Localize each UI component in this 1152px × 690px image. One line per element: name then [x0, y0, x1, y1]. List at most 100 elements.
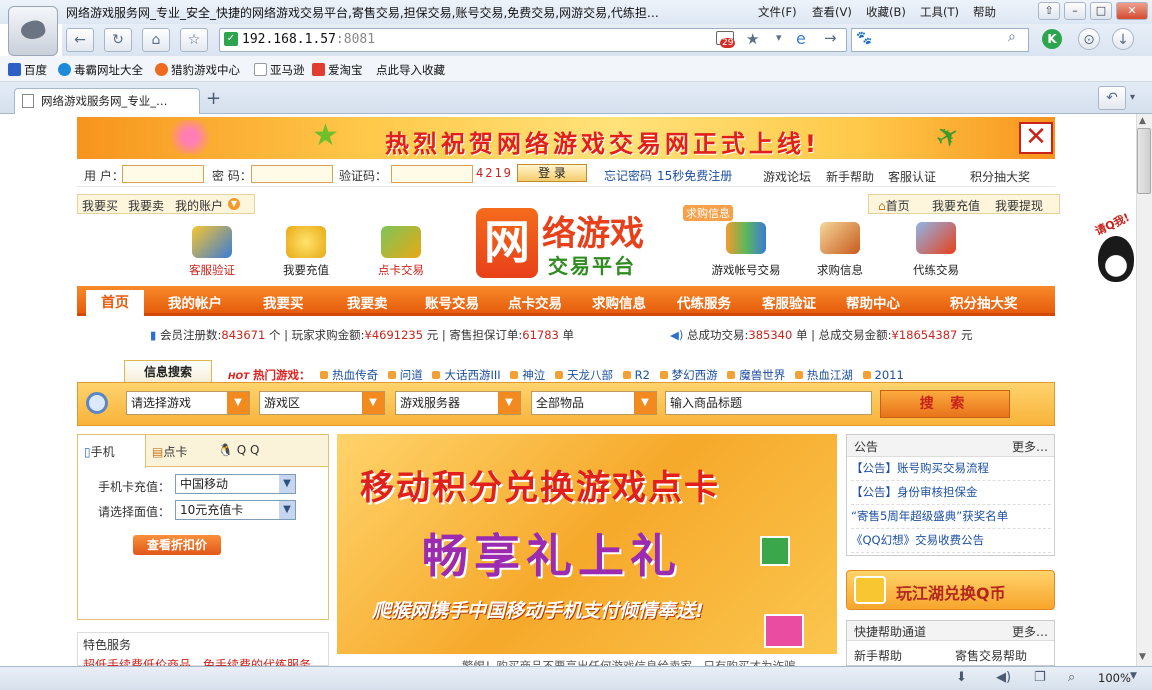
fav-import[interactable]: 点此导入收藏 [376, 62, 445, 78]
tab-card-label[interactable]: ▤点卡 [152, 443, 187, 460]
site-logo[interactable]: 网 [476, 208, 538, 278]
search-engine-icon[interactable]: 🐾 [856, 31, 872, 46]
menu-tools[interactable]: 工具(T) [920, 4, 959, 20]
captcha-input[interactable] [391, 165, 473, 183]
nav-lottery[interactable]: 积分抽大奖 [950, 292, 1018, 312]
account-trade-icon[interactable] [726, 222, 766, 254]
help-newbie-link[interactable]: 新手帮助 [854, 647, 902, 664]
maximize-button[interactable]: □ [1090, 2, 1112, 20]
customer-verify-label[interactable]: 客服验证 [172, 262, 252, 278]
tab-qq-label[interactable]: 🐧 Q Q [218, 443, 260, 457]
help-more-link[interactable]: 更多… [1012, 623, 1048, 640]
scroll-up-icon[interactable]: ▲ [1139, 116, 1146, 126]
forgot-password-link[interactable]: 忘记密码 [604, 167, 652, 184]
quick-buy-link[interactable]: 我要买 [82, 197, 118, 214]
recharge-link[interactable]: 我要充值 [932, 197, 980, 214]
browser-logo-icon[interactable] [8, 6, 58, 56]
hot-game-link[interactable]: 神泣 [510, 368, 545, 382]
qq-float-text[interactable]: 请Q我! [1092, 209, 1132, 239]
purchase-info-label[interactable]: 求购信息 [800, 262, 880, 278]
zoom-level[interactable]: 100% [1098, 671, 1131, 685]
nav-help[interactable]: 帮助中心 [846, 292, 900, 312]
fav-duba[interactable]: 毒霸网址大全 [58, 62, 143, 78]
nav-my-account[interactable]: 我的帐户 [168, 292, 222, 312]
download-icon[interactable]: ↓ [1112, 28, 1134, 50]
help-consign-link[interactable]: 寄售交易帮助 [955, 647, 1027, 664]
purchase-info-icon[interactable] [820, 222, 860, 254]
zoom-icon[interactable]: ⌕ [1068, 670, 1075, 685]
skin-icon[interactable]: ⇧ [1038, 2, 1060, 20]
game-select[interactable]: 请选择游戏 ▼ [126, 391, 250, 415]
nav-verify[interactable]: 客服验证 [762, 292, 816, 312]
notice-item[interactable]: 【公告】身份审核担保金 [851, 481, 1051, 505]
point-card-icon[interactable] [381, 226, 421, 258]
newbie-help-link[interactable]: 新手帮助 [826, 168, 874, 185]
download-status-icon[interactable]: ⬇ [956, 670, 967, 685]
zoom-chevron-icon[interactable]: ▼ [1130, 671, 1137, 681]
nav-card-trade[interactable]: 点卡交易 [508, 292, 562, 312]
account-trade-label[interactable]: 游戏帐号交易 [706, 262, 786, 278]
search-tab[interactable]: 信息搜索 [124, 360, 212, 384]
fav-liebao[interactable]: 猎豹游戏中心 [155, 62, 240, 78]
hot-game-link[interactable]: 热血传奇 [320, 368, 378, 382]
password-input[interactable] [251, 165, 333, 183]
login-button[interactable]: 登 录 [517, 164, 587, 182]
notice-item[interactable]: 【公告】账号购买交易流程 [851, 457, 1051, 481]
home-icon[interactable]: ⌂ [142, 28, 170, 52]
recharge-icon[interactable] [286, 226, 326, 258]
captcha-image[interactable]: 4219 [476, 166, 513, 180]
new-tab-button[interactable]: + [206, 88, 221, 109]
scrollbar-thumb[interactable] [1137, 128, 1151, 194]
tab-list-chevron-icon[interactable]: ▾ [1130, 92, 1135, 103]
qq-penguin-icon[interactable] [1098, 236, 1134, 282]
menu-view[interactable]: 查看(V) [812, 4, 852, 20]
browser-tab[interactable]: 网络游戏服务网_专业_… [14, 88, 200, 114]
window-restore-icon[interactable]: ❐ [1034, 670, 1046, 685]
lottery-link[interactable]: 积分抽大奖 [970, 168, 1030, 185]
search-button[interactable]: 搜 索 [880, 390, 1010, 418]
search-input[interactable] [851, 28, 1029, 52]
banner-close-button[interactable]: ✕ [1019, 122, 1053, 154]
forum-link[interactable]: 游戏论坛 [763, 168, 811, 185]
amount-select[interactable]: 10元充值卡 ▼ [175, 500, 296, 520]
vertical-scrollbar[interactable] [1136, 114, 1152, 666]
nav-leveling[interactable]: 代练服务 [677, 292, 731, 312]
my-account-link[interactable]: 我的账户 [175, 197, 223, 214]
server-select[interactable]: 游戏服务器 ▼ [395, 391, 521, 415]
minimize-button[interactable]: – [1064, 2, 1086, 20]
address-text[interactable]: 192.168.1.57:8081 [242, 32, 375, 47]
item-type-select[interactable]: 全部物品 ▼ [531, 391, 657, 415]
go-arrow-icon[interactable]: → [824, 29, 837, 47]
bookmark-star-icon[interactable]: ☆ [180, 28, 208, 52]
zone-select[interactable]: 游戏区 ▼ [259, 391, 385, 415]
undo-close-icon[interactable]: ↶ [1098, 86, 1126, 110]
chevron-down-icon[interactable]: ▼ [228, 198, 240, 210]
nav-account-trade[interactable]: 账号交易 [425, 292, 479, 312]
customer-verify-icon[interactable] [192, 226, 232, 258]
hot-game-link[interactable]: 问道 [388, 368, 423, 382]
product-title-input[interactable]: 输入商品标题 [665, 391, 872, 415]
card-select[interactable]: 中国移动 ▼ [175, 474, 296, 494]
menu-help[interactable]: 帮助 [973, 4, 996, 20]
fav-baidu[interactable]: 百度 [8, 62, 47, 78]
hot-game-link[interactable]: 梦幻西游 [660, 368, 718, 382]
nav-sell[interactable]: 我要卖 [347, 292, 388, 312]
security-k-icon[interactable]: K [1042, 29, 1062, 49]
search-icon[interactable]: ⌕ [1008, 29, 1016, 45]
scroll-down-icon[interactable]: ▼ [1139, 652, 1146, 662]
back-icon[interactable]: ← [66, 28, 94, 52]
leveling-icon[interactable] [916, 222, 956, 254]
nav-home[interactable]: 首页 [86, 290, 144, 316]
tab-mobile-label[interactable]: ▯手机 [84, 443, 115, 460]
hot-game-link[interactable]: 天龙八部 [555, 368, 613, 382]
notice-more-link[interactable]: 更多… [1012, 438, 1048, 455]
home-link[interactable]: ⌂首页 [878, 197, 910, 214]
fav-taobao[interactable]: 爱淘宝 [312, 62, 363, 78]
dropdown-chevron-icon[interactable]: ▾ [776, 31, 782, 44]
register-link[interactable]: 15秒免费注册 [657, 167, 732, 184]
notice-item[interactable]: “寄售5周年超级盛典”获奖名单 [851, 505, 1051, 529]
username-input[interactable] [122, 165, 204, 183]
service-verify-link[interactable]: 客服认证 [888, 168, 936, 185]
volume-icon[interactable]: ◀) [996, 670, 1011, 685]
nav-buy[interactable]: 我要买 [263, 292, 304, 312]
